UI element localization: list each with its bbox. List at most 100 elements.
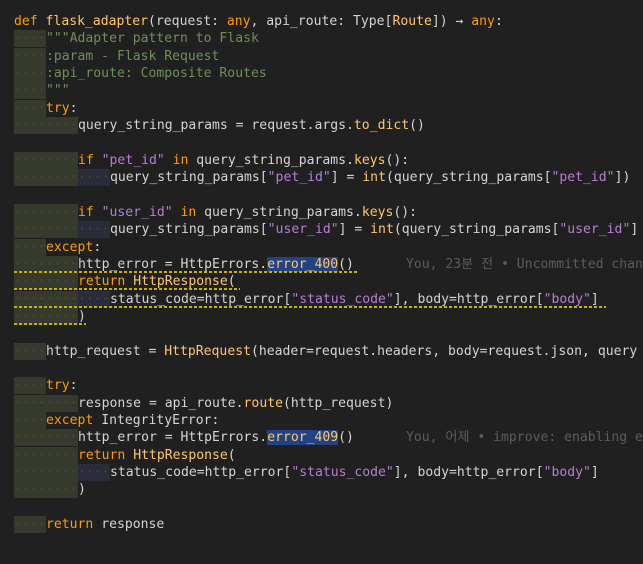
whitespace-dots: ···· [14, 118, 46, 133]
whitespace-dots: ···· [14, 465, 46, 480]
code-token: : [93, 240, 102, 255]
code-line[interactable]: if "pet_id" in query_string_params.keys(… [78, 152, 409, 169]
code-token: (query_string_params[ [385, 170, 552, 185]
code-token: "status_code" [291, 292, 394, 307]
code-token: "pet_id" [551, 170, 615, 185]
whitespace-dots: ···· [14, 378, 46, 393]
code-token: http_error = HttpErrors. [78, 257, 268, 272]
code-token: (): [385, 153, 410, 168]
warning-squiggle [14, 323, 86, 325]
code-line[interactable]: """Adapter pattern to Flask [46, 30, 259, 47]
code-line[interactable]: :api_route: Composite Routes [46, 65, 267, 82]
code-line[interactable]: http_error = HttpErrors.error_409() [78, 429, 354, 446]
code-token: ], body=http_error[ [393, 292, 544, 307]
whitespace-dots: ···· [14, 448, 46, 463]
code-token: "user_id" [101, 205, 173, 220]
code-line[interactable]: try: [46, 100, 78, 117]
code-token: query_string_params[ [110, 170, 268, 185]
code-token: ) [78, 309, 86, 324]
code-token: any [226, 14, 251, 29]
warning-squiggle [14, 288, 240, 290]
whitespace-dots: ···· [46, 430, 78, 445]
code-token: :api_route: Composite Routes [46, 66, 267, 81]
code-editor[interactable]: def flask_adapter(request: any, api_rout… [0, 0, 643, 564]
code-token: query_string_params. [204, 205, 362, 220]
code-line[interactable]: return HttpResponse( [78, 447, 236, 464]
code-token: : [494, 14, 503, 29]
code-token: (request: [148, 14, 227, 29]
code-token: ( [227, 448, 236, 463]
code-token: (header=request.headers, body=request.js… [250, 344, 638, 359]
code-token: (query_string_params[ [393, 222, 560, 237]
code-line[interactable]: def flask_adapter(request: any, api_rout… [14, 13, 503, 30]
code-token: ] [630, 222, 639, 237]
code-token: ] [590, 292, 599, 307]
code-token: in [172, 205, 205, 220]
code-line[interactable]: http_request = HttpRequest(header=reques… [46, 343, 637, 360]
code-token: "body" [543, 292, 591, 307]
whitespace-dots: ···· [46, 482, 78, 497]
git-blame-annotation: You, 어제 • improve: enabling e [406, 430, 643, 445]
code-token: if [78, 153, 102, 168]
code-token: "pet_id" [101, 153, 165, 168]
highlighted-token: error_400 [267, 257, 339, 272]
whitespace-dots: ···· [46, 222, 78, 237]
code-line[interactable]: try: [46, 377, 78, 394]
code-token: """ [46, 83, 70, 98]
code-token: () [338, 257, 354, 272]
code-token: "user_id" [559, 222, 631, 237]
whitespace-dots: ···· [14, 31, 46, 46]
code-token: route [243, 396, 283, 411]
code-token: in [164, 153, 197, 168]
whitespace-dots: ···· [46, 448, 78, 463]
code-token: except [46, 413, 102, 428]
whitespace-dots: ···· [14, 83, 46, 98]
code-token: : [69, 101, 78, 116]
code-line[interactable]: except: [46, 239, 101, 256]
code-token: ]) → [431, 14, 472, 29]
code-token: , api_route: Type[ [250, 14, 393, 29]
code-token: query_string_params[ [110, 222, 268, 237]
code-token: response [101, 517, 165, 532]
code-line[interactable]: query_string_params[ "user_id" ] = int(que… [110, 221, 638, 238]
code-token: () [409, 118, 425, 133]
code-token: except [46, 240, 94, 255]
code-token: response = api_route. [78, 396, 244, 411]
whitespace-dots: ···· [14, 222, 46, 237]
highlighted-token: error_409 [267, 430, 339, 445]
code-token: ], body=http_error[ [393, 465, 544, 480]
code-line[interactable]: ) [78, 481, 86, 498]
whitespace-dots: ···· [14, 170, 46, 185]
whitespace-dots: ···· [14, 430, 46, 445]
code-token: ] = [338, 222, 371, 237]
code-token: ( [227, 274, 236, 289]
code-token: () [338, 430, 354, 445]
code-token: int [370, 222, 394, 237]
whitespace-dots: ···· [14, 396, 46, 411]
whitespace-dots: ···· [46, 465, 78, 480]
code-line[interactable]: except IntegrityError: [46, 412, 219, 429]
warning-squiggle [14, 306, 606, 308]
code-token: http_request = [46, 344, 165, 359]
code-token: try [46, 101, 70, 116]
git-blame-annotation: You, 23분 전 • Uncommitted chan [406, 257, 643, 272]
whitespace-dots: ···· [14, 205, 46, 220]
code-token: return [78, 274, 134, 289]
code-token: "body" [543, 465, 591, 480]
code-token: (http_request) [282, 396, 394, 411]
code-line[interactable]: if "user_id" in query_string_params.keys… [78, 204, 417, 221]
code-token: query_string_params. [196, 153, 354, 168]
code-line[interactable]: :param - Flask Request [46, 48, 219, 65]
code-token: to_dict [353, 118, 410, 133]
code-line[interactable]: query_string_params["pet_id"] = int(quer… [110, 169, 630, 186]
code-line[interactable]: """ [46, 82, 70, 99]
whitespace-dots: ···· [14, 66, 46, 81]
code-token: (): [393, 205, 418, 220]
code-line[interactable]: return response [46, 516, 164, 533]
code-line[interactable]: status_code=http_error["status_code"], b… [110, 464, 599, 481]
code-token: any [471, 14, 495, 29]
code-token: HttpResponse [133, 274, 228, 289]
code-line[interactable]: response = api_route.route(http_request) [78, 395, 393, 412]
code-line[interactable]: query_string_params = request.args.to_di… [78, 117, 425, 134]
code-token: if [78, 205, 102, 220]
